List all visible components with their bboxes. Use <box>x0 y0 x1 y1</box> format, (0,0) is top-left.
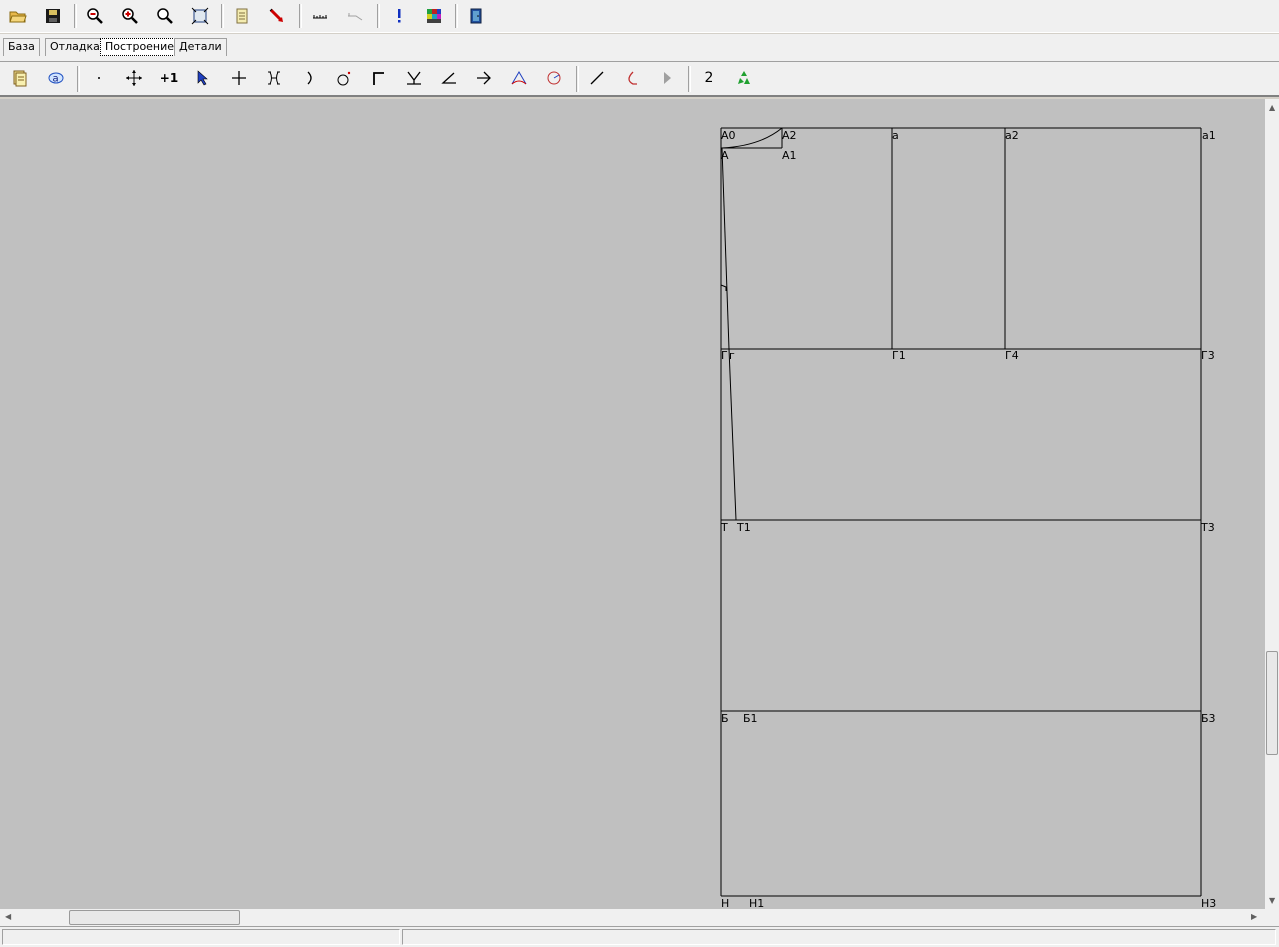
line-A-g <box>721 147 730 350</box>
point-H: Н <box>721 897 729 909</box>
vertical-scrollbar[interactable]: ▲ ▼ <box>1265 99 1279 909</box>
toolbar-separator <box>377 4 380 28</box>
curve-icon[interactable] <box>619 65 645 91</box>
build-toolbar: a +1 2 <box>0 61 1279 97</box>
angle-icon[interactable] <box>436 65 462 91</box>
svg-text:a: a <box>53 74 59 85</box>
horizontal-scrollbar[interactable]: ◀ ▶ <box>0 909 1265 926</box>
point-B1: Б1 <box>743 712 758 725</box>
triangle-arc-icon[interactable] <box>506 65 532 91</box>
fit-to-window-icon[interactable] <box>187 3 213 29</box>
scroll-down-icon[interactable]: ▼ <box>1269 896 1275 905</box>
exclamation-icon[interactable] <box>386 3 412 29</box>
open-folder-icon[interactable] <box>5 3 31 29</box>
point-G3: Г3 <box>1201 349 1215 362</box>
point-a2: а2 <box>1005 129 1019 142</box>
scroll-left-icon[interactable]: ◀ <box>5 912 11 921</box>
point-a1: а1 <box>1202 129 1216 142</box>
color-table-icon[interactable] <box>421 3 447 29</box>
measure-disabled-icon <box>342 3 368 29</box>
line-icon[interactable] <box>584 65 610 91</box>
toolbar-separator <box>299 4 302 28</box>
toolbar-separator <box>221 4 224 28</box>
save-icon[interactable] <box>40 3 66 29</box>
exit-door-icon[interactable] <box>463 3 489 29</box>
move-icon[interactable] <box>121 65 147 91</box>
small-notch <box>720 284 727 291</box>
horizontal-scroll-thumb[interactable] <box>69 910 240 925</box>
point-H1: Н1 <box>749 897 764 909</box>
zoom-in-icon[interactable] <box>117 3 143 29</box>
point-A2: А2 <box>782 129 797 142</box>
scroll-corner <box>1265 909 1279 926</box>
zoom-icon[interactable] <box>152 3 178 29</box>
drawing-canvas[interactable]: А0 А2 а а2 а1 А А1 Г г Г1 Г4 Г3 Т Т1 Т3 … <box>0 99 1265 909</box>
corner-icon[interactable] <box>366 65 392 91</box>
cross-icon[interactable] <box>226 65 252 91</box>
tab-bar: База Отладка Построение Детали <box>0 34 1279 61</box>
point-T3: Т3 <box>1200 521 1215 534</box>
circle-arc-icon[interactable] <box>541 65 567 91</box>
scroll-right-icon[interactable]: ▶ <box>1251 912 1257 921</box>
status-panel-left <box>2 929 400 945</box>
plus-one-button[interactable]: +1 <box>156 65 182 91</box>
vertical-scroll-thumb[interactable] <box>1266 651 1278 755</box>
half-arc-icon[interactable] <box>296 65 322 91</box>
point-A: А <box>721 149 729 162</box>
arrow-right-icon[interactable] <box>471 65 497 91</box>
toolbar-separator <box>688 66 691 92</box>
toolbar-separator <box>455 4 458 28</box>
pointer-red-icon[interactable] <box>264 3 290 29</box>
toolbar-separator <box>576 66 579 92</box>
line-g-T1 <box>728 348 737 521</box>
pattern-drawing: А0 А2 а а2 а1 А А1 Г г Г1 Г4 Г3 Т Т1 Т3 … <box>720 127 1216 909</box>
notes-icon[interactable] <box>229 3 255 29</box>
tab-otladka[interactable]: Отладка <box>45 38 105 56</box>
select-arrow-icon[interactable] <box>191 65 217 91</box>
point-G4: Г4 <box>1005 349 1019 362</box>
point-g: г <box>729 349 735 362</box>
tab-postroenie[interactable]: Построение <box>100 38 180 56</box>
play-disabled-icon <box>654 65 680 91</box>
recycle-icon[interactable] <box>731 65 757 91</box>
number-two-button[interactable]: 2 <box>696 65 722 91</box>
point-T1: Т1 <box>736 521 751 534</box>
pages-icon[interactable] <box>7 65 33 91</box>
point-icon[interactable] <box>86 65 112 91</box>
tab-detali[interactable]: Детали <box>174 38 227 56</box>
toolbar-separator <box>74 4 77 28</box>
status-bar <box>0 926 1279 947</box>
tab-baza[interactable]: База <box>3 38 40 56</box>
point-T: Т <box>720 521 728 534</box>
point-a: а <box>892 129 899 142</box>
toolbar-separator <box>77 66 80 92</box>
scroll-up-icon[interactable]: ▲ <box>1269 103 1275 112</box>
bisect-icon[interactable] <box>261 65 287 91</box>
point-A0: А0 <box>721 129 736 142</box>
status-panel-right <box>402 929 1276 945</box>
perpendicular-icon[interactable] <box>401 65 427 91</box>
point-B3: Б3 <box>1201 712 1216 725</box>
point-G1: Г1 <box>892 349 906 362</box>
variable-a-icon[interactable]: a <box>43 65 69 91</box>
point-H3: Н3 <box>1201 897 1216 909</box>
main-toolbar <box>0 0 1279 33</box>
point-G: Г <box>721 349 728 362</box>
zoom-out-icon[interactable] <box>82 3 108 29</box>
ruler-icon[interactable] <box>307 3 333 29</box>
circle-point-icon[interactable] <box>331 65 357 91</box>
point-A1: А1 <box>782 149 797 162</box>
point-B: Б <box>721 712 729 725</box>
